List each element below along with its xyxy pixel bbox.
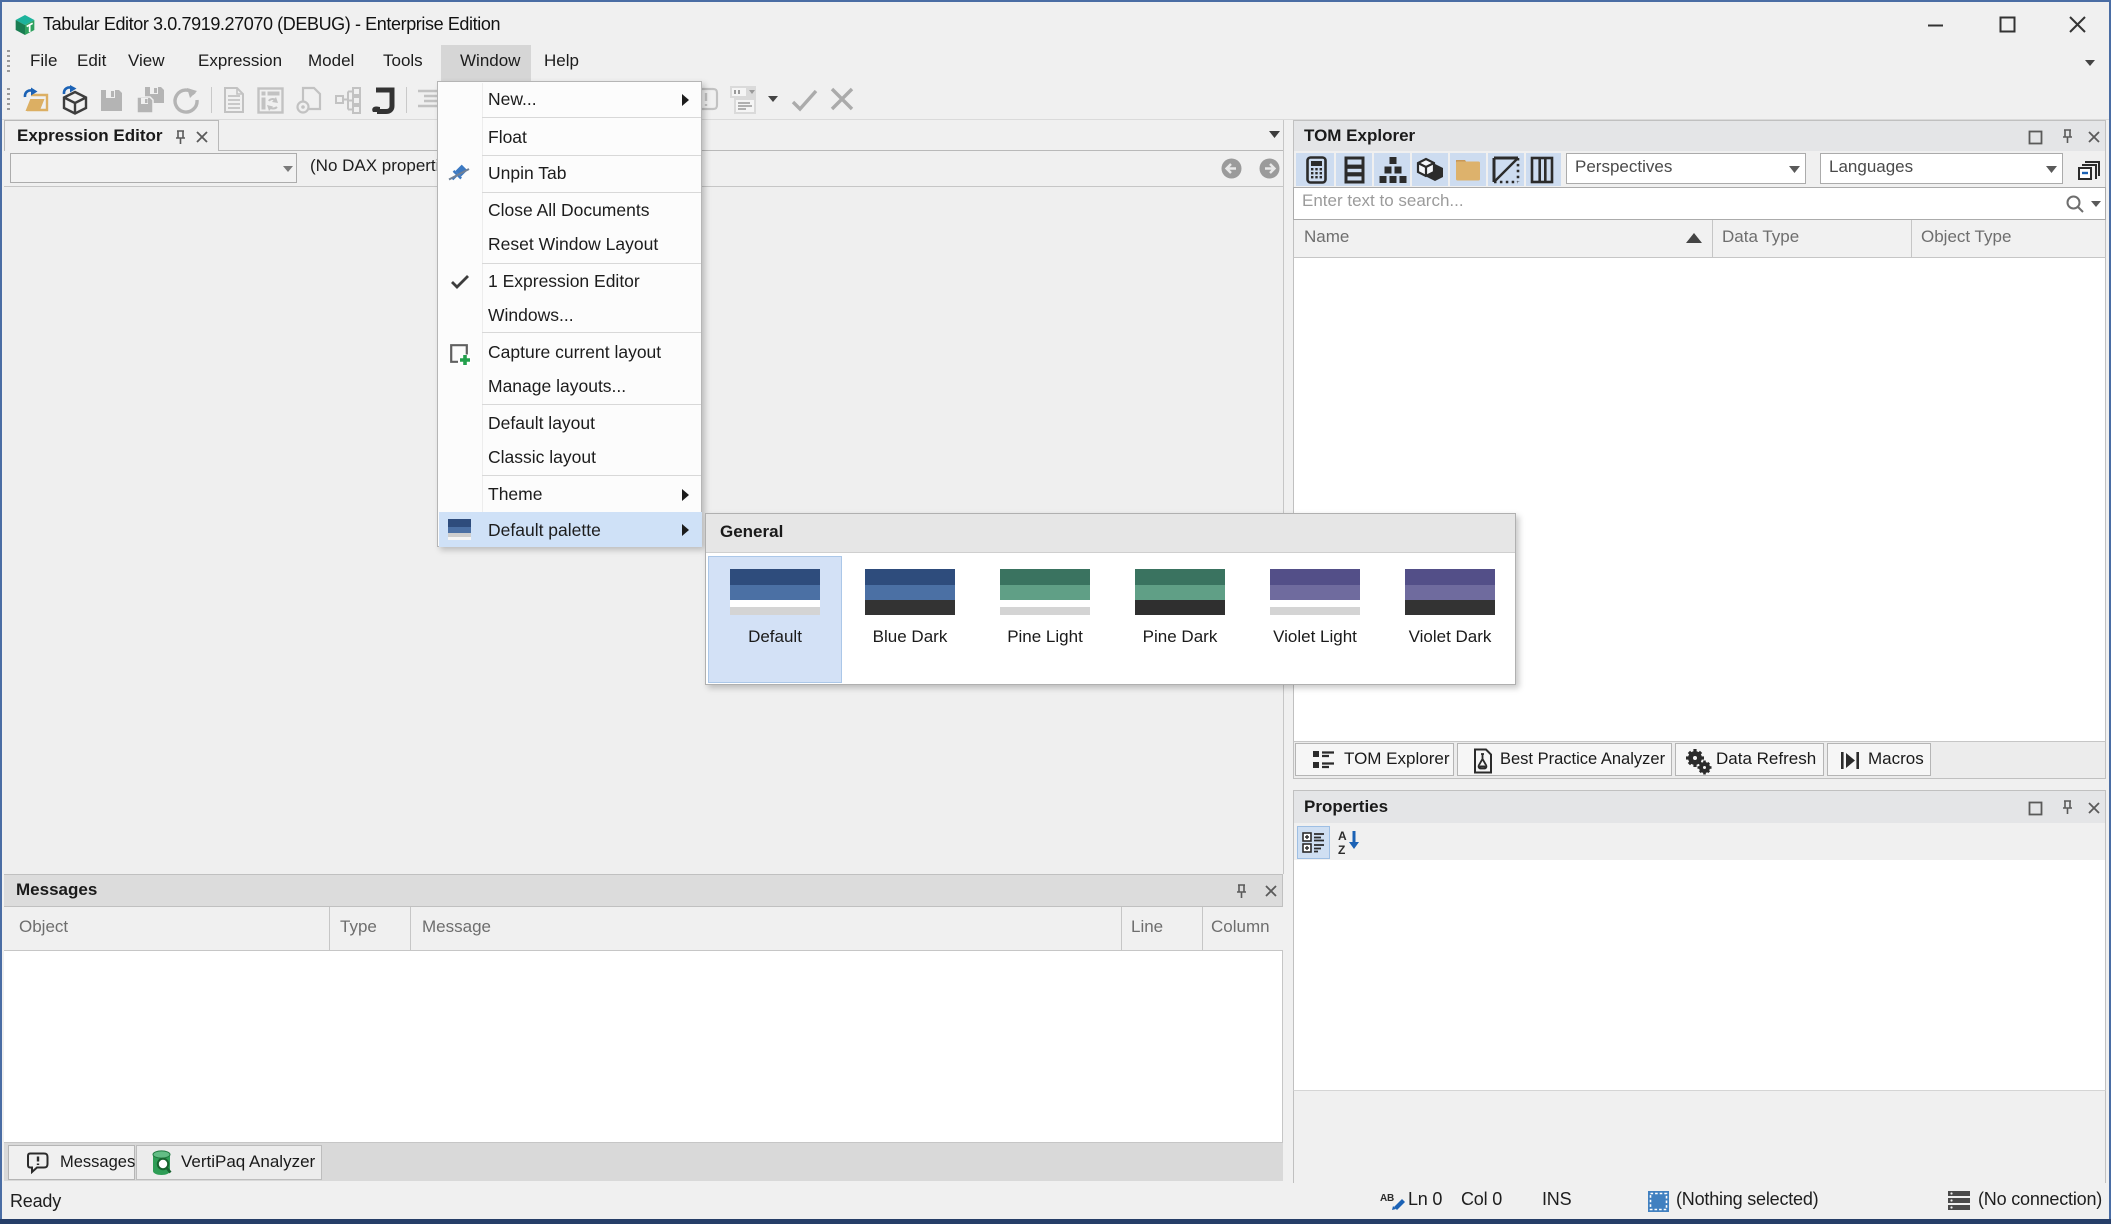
svg-text:AB: AB: [1380, 1193, 1394, 1204]
svg-text:A: A: [1338, 829, 1347, 843]
svg-text:Z: Z: [1338, 843, 1345, 857]
